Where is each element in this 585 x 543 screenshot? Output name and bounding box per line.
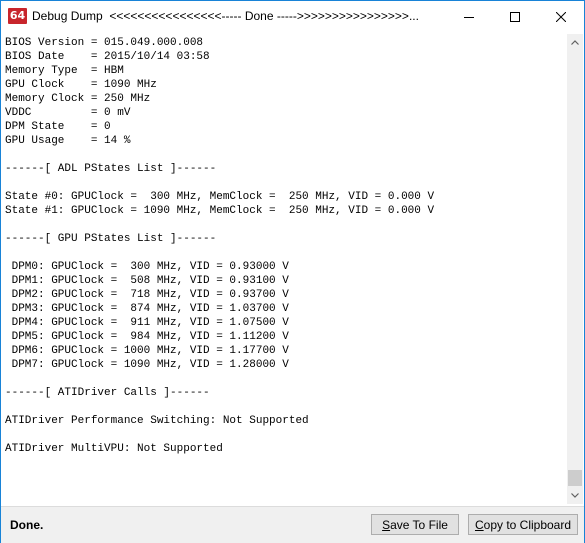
dump-line: ------[ ADL PStates List ]------ [5, 163, 217, 175]
dump-line: BIOS Version = 015.049.000.008 [5, 37, 204, 49]
close-icon [556, 11, 566, 22]
dump-line: Memory Clock = 250 MHz [5, 93, 151, 105]
dump-line: DPM State = 0 [5, 121, 111, 133]
dump-line: DPM6: GPUClock = 1000 MHz, VID = 1.17700… [5, 345, 289, 357]
dump-line: DPM4: GPUClock = 911 MHz, VID = 1.07500 … [5, 317, 289, 329]
minimize-button[interactable] [446, 1, 492, 32]
debug-dump-window: 64 Debug Dump <<<<<<<<<<<<<<<<----- Done… [0, 0, 585, 543]
status-bar: Done. Save To File Copy to Clipboard [1, 506, 584, 543]
copy-to-clipboard-label: Copy to Clipboard [474, 517, 572, 532]
dump-line: ATIDriver Performance Switching: Not Sup… [5, 415, 309, 427]
scrollbar-thumb[interactable] [568, 470, 582, 486]
dump-line: State #1: GPUClock = 1090 MHz, MemClock … [5, 205, 435, 217]
maximize-icon [510, 11, 520, 22]
close-button[interactable] [538, 1, 584, 32]
app-icon[interactable]: 64 [8, 8, 27, 24]
dump-line: ------[ GPU PStates List ]------ [5, 233, 217, 245]
dump-line: ------[ ATIDriver Calls ]------ [5, 387, 210, 399]
dump-line: BIOS Date = 2015/10/14 03:58 [5, 51, 210, 63]
dump-line: Memory Type = HBM [5, 65, 124, 77]
dump-text-area[interactable]: BIOS Version = 015.049.000.008 BIOS Date… [4, 34, 567, 504]
minimize-icon [464, 16, 474, 18]
dump-line: DPM2: GPUClock = 718 MHz, VID = 0.93700 … [5, 289, 289, 301]
dump-line: DPM5: GPUClock = 984 MHz, VID = 1.11200 … [5, 331, 289, 343]
chevron-up-icon [571, 40, 579, 45]
dump-text: BIOS Version = 015.049.000.008 BIOS Date… [4, 34, 567, 456]
maximize-button[interactable] [492, 1, 538, 32]
vertical-scrollbar[interactable] [567, 34, 583, 504]
copy-to-clipboard-button[interactable]: Copy to Clipboard [468, 514, 578, 535]
save-to-file-label: Save To File [382, 517, 448, 532]
dump-line: DPM0: GPUClock = 300 MHz, VID = 0.93000 … [5, 261, 289, 273]
dump-line: DPM7: GPUClock = 1090 MHz, VID = 1.28000… [5, 359, 289, 371]
window-title: Debug Dump <<<<<<<<<<<<<<<<----- Done --… [32, 9, 419, 23]
status-text: Done. [10, 518, 44, 532]
dump-line: DPM1: GPUClock = 508 MHz, VID = 0.93100 … [5, 275, 289, 287]
save-to-file-button[interactable]: Save To File [371, 514, 459, 535]
dump-line: GPU Usage = 14 % [5, 135, 131, 147]
dump-line: VDDC = 0 mV [5, 107, 131, 119]
dump-line: ATIDriver MultiVPU: Not Supported [5, 443, 223, 455]
chevron-down-icon [571, 493, 579, 498]
scroll-down-button[interactable] [567, 487, 583, 504]
dump-line: DPM3: GPUClock = 874 MHz, VID = 1.03700 … [5, 303, 289, 315]
scroll-up-button[interactable] [567, 34, 583, 51]
dump-line: GPU Clock = 1090 MHz [5, 79, 157, 91]
dump-line: State #0: GPUClock = 300 MHz, MemClock =… [5, 191, 435, 203]
title-bar[interactable]: 64 Debug Dump <<<<<<<<<<<<<<<<----- Done… [1, 1, 584, 32]
